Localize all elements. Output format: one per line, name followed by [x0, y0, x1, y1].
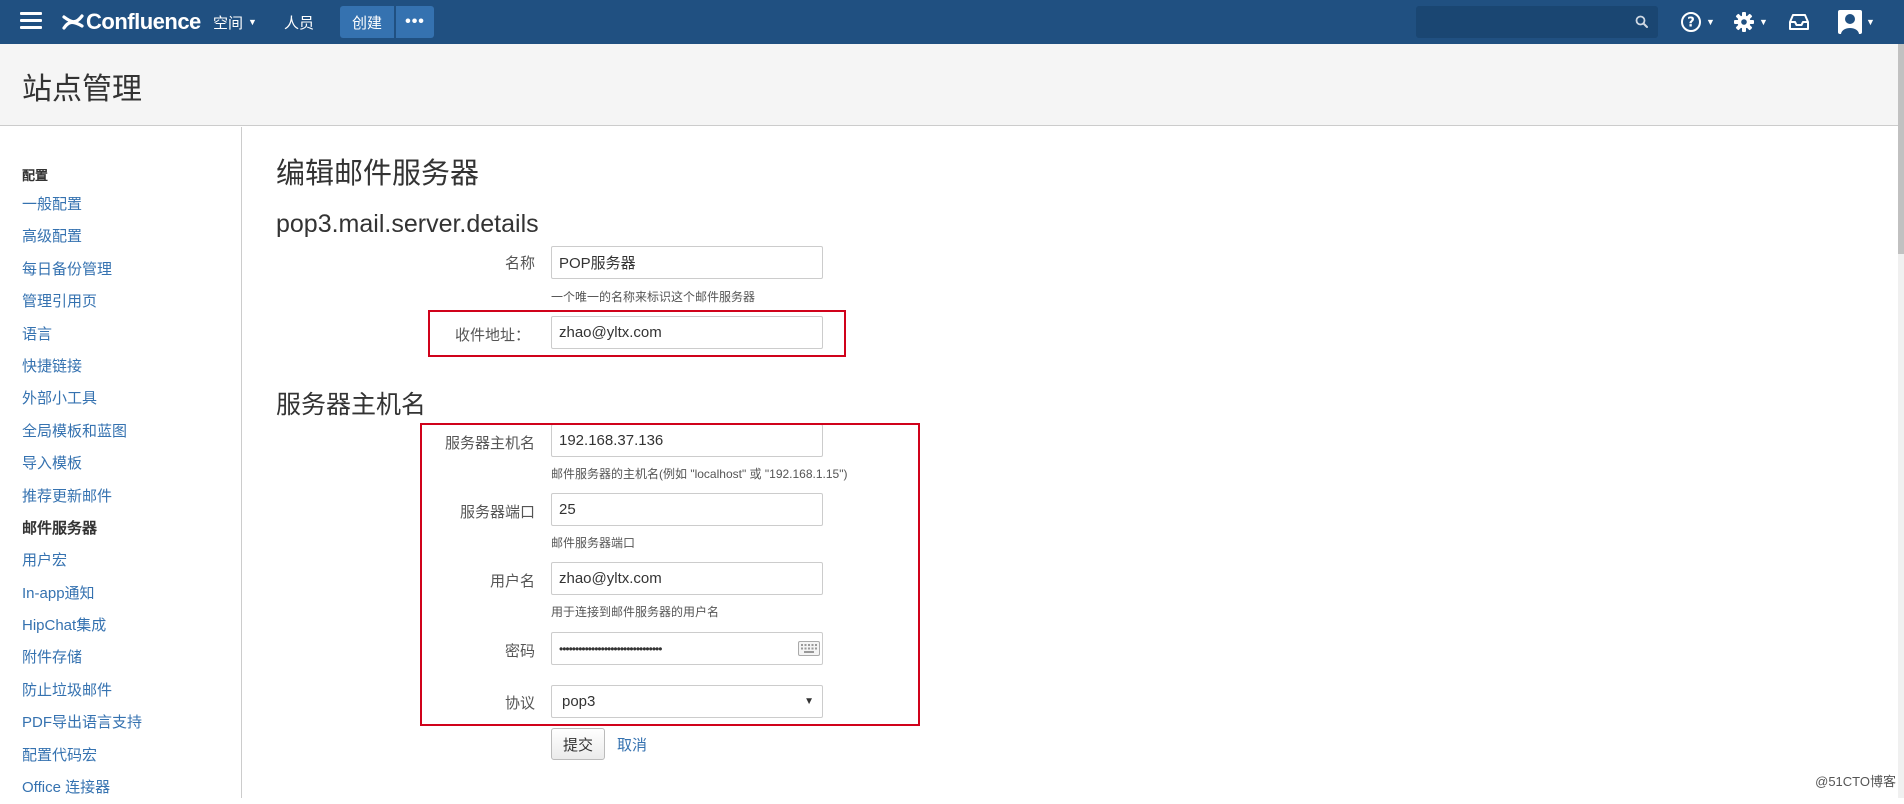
chevron-down-icon: ▼	[1866, 17, 1875, 27]
create-more-button[interactable]: •••	[396, 6, 434, 38]
hostname-input[interactable]	[551, 424, 823, 457]
sidebar-item-in-app-notifications[interactable]: In-app通知	[22, 578, 142, 610]
protocol-selected-value: pop3	[562, 693, 595, 710]
password-input[interactable]	[551, 632, 823, 665]
protocol-select[interactable]: pop3 ▼	[551, 685, 823, 718]
page-header: 站点管理	[0, 44, 1904, 126]
sidebar-item-pdf-export-language[interactable]: PDF导出语言支持	[22, 707, 142, 739]
port-help-text: 邮件服务器端口	[551, 534, 635, 551]
sidebar-item-general-config[interactable]: 一般配置	[22, 189, 142, 221]
password-label: 密码	[395, 640, 535, 661]
help-icon: ?	[1680, 11, 1702, 33]
name-help-text: 一个唯一的名称来标识这个邮件服务器	[551, 288, 755, 305]
receive-address-input[interactable]	[551, 316, 823, 349]
page-scrollbar[interactable]	[1898, 44, 1904, 798]
notifications-button[interactable]	[1788, 10, 1810, 34]
user-menu[interactable]: ▼	[1838, 10, 1875, 34]
sidebar-item-recommended-updates[interactable]: 推荐更新邮件	[22, 481, 142, 513]
search-icon[interactable]	[1635, 15, 1648, 28]
sidebar-item-referrers[interactable]: 管理引用页	[22, 286, 142, 318]
name-label: 名称	[395, 252, 535, 273]
port-label: 服务器端口	[395, 501, 535, 522]
cancel-link[interactable]: 取消	[617, 734, 647, 755]
sidebar-item-daily-backup[interactable]: 每日备份管理	[22, 254, 142, 286]
username-help-text: 用于连接到邮件服务器的用户名	[551, 603, 719, 620]
avatar	[1838, 10, 1862, 34]
settings-menu[interactable]: ▼	[1733, 10, 1768, 34]
search-input[interactable]	[1416, 6, 1658, 38]
username-input[interactable]	[551, 562, 823, 595]
sidebar-item-mail-servers[interactable]: 邮件服务器	[22, 513, 142, 545]
confluence-logo[interactable]: Confluence	[62, 8, 201, 36]
name-input[interactable]	[551, 246, 823, 279]
sidebar-item-advanced-config[interactable]: 高级配置	[22, 221, 142, 253]
sidebar-item-hipchat[interactable]: HipChat集成	[22, 610, 142, 642]
keyboard-icon[interactable]	[798, 641, 820, 656]
nav-spaces-label: 空间	[213, 12, 243, 33]
create-button-label: 创建	[352, 12, 382, 33]
submit-button[interactable]: 提交	[551, 728, 605, 760]
sidebar-item-global-templates[interactable]: 全局模板和蓝图	[22, 416, 142, 448]
chevron-down-icon: ▼	[1759, 17, 1768, 27]
page-title: 站点管理	[22, 64, 142, 108]
logo-text: Confluence	[86, 9, 201, 35]
host-section-title: 服务器主机名	[276, 385, 426, 421]
sidebar-item-office-connector[interactable]: Office 连接器	[22, 772, 142, 804]
sidebar-menu: 一般配置 高级配置 每日备份管理 管理引用页 语言 快捷链接 外部小工具 全局模…	[22, 189, 142, 804]
chevron-down-icon: ▼	[248, 17, 257, 27]
sidebar-item-user-macros[interactable]: 用户宏	[22, 545, 142, 577]
nav-spaces-menu[interactable]: 空间 ▼	[213, 0, 257, 44]
main-heading: 编辑邮件服务器	[276, 150, 479, 192]
sidebar-item-code-macro[interactable]: 配置代码宏	[22, 740, 142, 772]
receive-address-label: 收件地址：	[390, 324, 530, 345]
protocol-label: 协议	[395, 692, 535, 713]
more-dots-icon: •••	[405, 13, 425, 31]
sidebar-heading: 配置	[22, 165, 48, 184]
port-input[interactable]	[551, 493, 823, 526]
help-menu[interactable]: ? ▼	[1680, 10, 1715, 34]
nav-people-link[interactable]: 人员	[284, 0, 314, 44]
sidebar-item-spam-prevention[interactable]: 防止垃圾邮件	[22, 675, 142, 707]
scrollbar-thumb[interactable]	[1898, 44, 1904, 254]
chevron-down-icon: ▼	[804, 686, 814, 717]
sidebar-item-attachment-storage[interactable]: 附件存储	[22, 642, 142, 674]
sidebar-item-language[interactable]: 语言	[22, 319, 142, 351]
inbox-icon	[1788, 13, 1810, 31]
username-label: 用户名	[395, 570, 535, 591]
gear-icon	[1733, 11, 1755, 33]
sidebar-item-import-templates[interactable]: 导入模板	[22, 448, 142, 480]
create-button[interactable]: 创建	[340, 6, 394, 38]
nav-people-label: 人员	[284, 12, 314, 33]
details-section-title: pop3.mail.server.details	[276, 210, 539, 239]
hostname-help-text: 邮件服务器的主机名(例如 "localhost" 或 "192.168.1.15…	[551, 465, 847, 482]
hostname-label: 服务器主机名	[395, 432, 535, 453]
quick-search	[1416, 6, 1658, 38]
app-switcher-icon[interactable]	[20, 12, 42, 30]
sidebar-item-external-gadgets[interactable]: 外部小工具	[22, 383, 142, 415]
top-navigation-bar: Confluence 空间 ▼ 人员 创建 ••• ? ▼	[0, 0, 1904, 44]
chevron-down-icon: ▼	[1706, 17, 1715, 27]
svg-text:?: ?	[1687, 16, 1695, 31]
admin-sidebar: 配置 一般配置 高级配置 每日备份管理 管理引用页 语言 快捷链接 外部小工具 …	[0, 127, 242, 798]
watermark: @51CTO博客	[1815, 771, 1896, 790]
sidebar-item-shortcut-links[interactable]: 快捷链接	[22, 351, 142, 383]
confluence-logo-icon	[62, 12, 84, 32]
